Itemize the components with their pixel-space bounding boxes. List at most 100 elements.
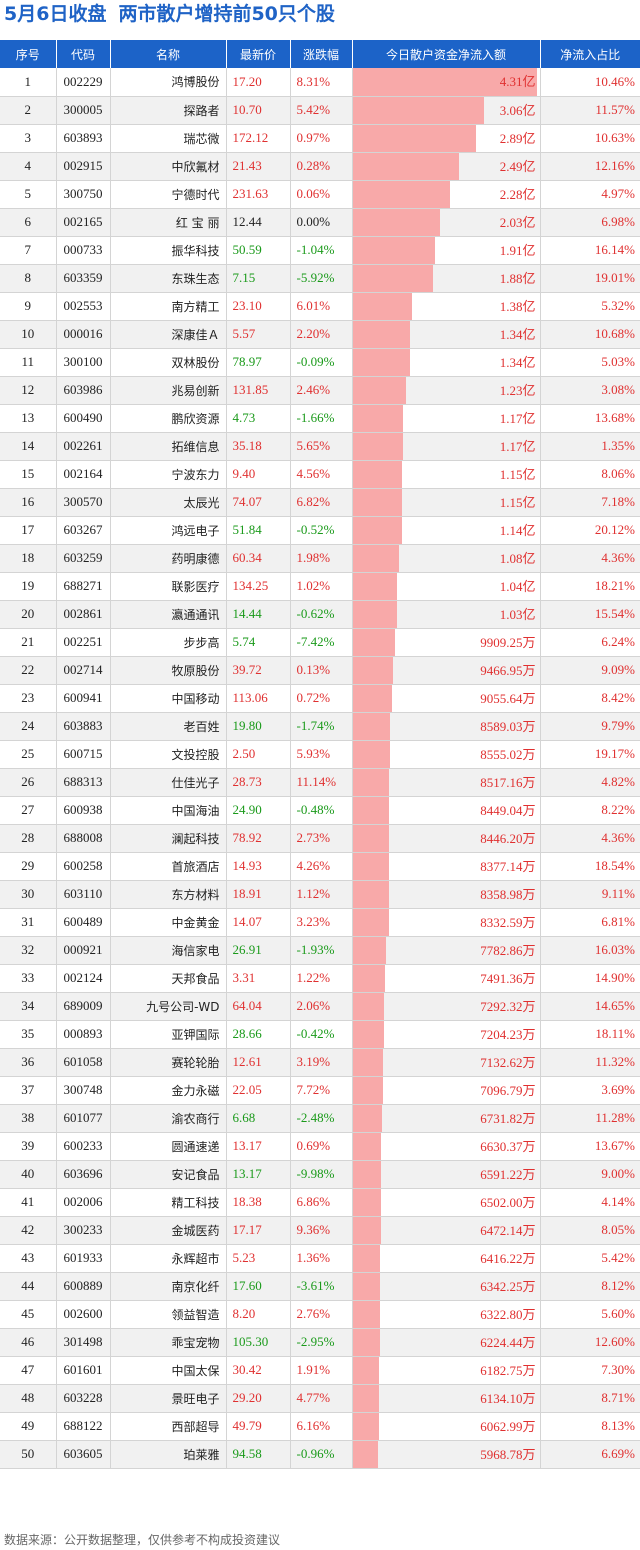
cell-code: 000893 [56,1020,111,1049]
inflow-bar [352,628,395,655]
inflow-bar [352,264,433,291]
cell-ratio: 13.68% [540,404,640,433]
cell-ratio: 14.65% [540,992,640,1021]
cell-change: 9.36% [290,1216,353,1245]
table-row: 41 002006 精工科技 18.38 6.86% 6502.00万 4.14% [0,1188,640,1217]
cell-price: 5.57 [226,320,291,349]
cell-inflow: 6416.22万 [352,1244,541,1273]
table-row: 16 300570 太辰光 74.07 6.82% 1.15亿 7.18% [0,488,640,517]
table-row: 2 300005 探路者 10.70 5.42% 3.06亿 11.57% [0,96,640,125]
cell-index: 22 [0,656,57,685]
cell-price: 4.73 [226,404,291,433]
cell-change: 1.98% [290,544,353,573]
cell-ratio: 5.32% [540,292,640,321]
cell-price: 172.12 [226,124,291,153]
cell-inflow: 6502.00万 [352,1188,541,1217]
cell-index: 3 [0,124,57,153]
inflow-bar [352,96,484,123]
inflow-bar [352,236,435,263]
cell-name: 鸿远电子 [110,516,227,545]
inflow-bar [352,992,384,1019]
cell-price: 12.44 [226,208,291,237]
inflow-value: 8589.03万 [480,718,536,734]
cell-code: 002714 [56,656,111,685]
table-row: 30 603110 东方材料 18.91 1.12% 8358.98万 9.11% [0,880,640,909]
inflow-bar [352,1132,381,1159]
cell-inflow: 6182.75万 [352,1356,541,1385]
cell-inflow: 6472.14万 [352,1216,541,1245]
inflow-bar [352,1244,380,1271]
cell-code: 002124 [56,964,111,993]
table-row: 3 603893 瑞芯微 172.12 0.97% 2.89亿 10.63% [0,124,640,153]
cell-ratio: 8.06% [540,460,640,489]
cell-code: 600489 [56,908,111,937]
cell-price: 105.30 [226,1328,291,1357]
cell-change: 5.93% [290,740,353,769]
cell-inflow: 5968.78万 [352,1440,541,1469]
cell-inflow: 8377.14万 [352,852,541,881]
cell-change: 7.72% [290,1076,353,1105]
cell-name: 中金黄金 [110,908,227,937]
cell-code: 300005 [56,96,111,125]
cell-code: 601933 [56,1244,111,1273]
cell-inflow: 1.08亿 [352,544,541,573]
cell-ratio: 7.18% [540,488,640,517]
cell-ratio: 9.79% [540,712,640,741]
cell-price: 131.85 [226,376,291,405]
cell-inflow: 7204.23万 [352,1020,541,1049]
inflow-bar [352,740,390,767]
cell-name: 金力永磁 [110,1076,227,1105]
cell-code: 688008 [56,824,111,853]
cell-name: 东方材料 [110,880,227,909]
inflow-value: 1.15亿 [499,466,536,482]
cell-name: 鸿博股份 [110,68,227,97]
cell-name: 鹏欣资源 [110,404,227,433]
cell-ratio: 8.05% [540,1216,640,1245]
cell-change: 6.86% [290,1188,353,1217]
inflow-bar [352,516,402,543]
col-header-index: 序号 [0,40,57,68]
cell-ratio: 8.12% [540,1272,640,1301]
table-row: 20 002861 瀛通通讯 14.44 -0.62% 1.03亿 15.54% [0,600,640,629]
inflow-bar [352,712,390,739]
table-row: 36 601058 赛轮轮胎 12.61 3.19% 7132.62万 11.32% [0,1048,640,1077]
cell-code: 002006 [56,1188,111,1217]
cell-code: 600233 [56,1132,111,1161]
cell-code: 002861 [56,600,111,629]
inflow-value: 1.15亿 [499,494,536,510]
cell-inflow: 1.88亿 [352,264,541,293]
cell-index: 47 [0,1356,57,1385]
cell-name: 宁德时代 [110,180,227,209]
cell-name: 老百姓 [110,712,227,741]
cell-price: 51.84 [226,516,291,545]
table-row: 46 301498 乖宝宠物 105.30 -2.95% 6224.44万 12.60% [0,1328,640,1357]
cell-inflow: 7782.86万 [352,936,541,965]
cell-ratio: 11.57% [540,96,640,125]
cell-name: 安记食品 [110,1160,227,1189]
cell-price: 13.17 [226,1132,291,1161]
cell-inflow: 1.15亿 [352,460,541,489]
cell-price: 13.17 [226,1160,291,1189]
table-row: 9 002553 南方精工 23.10 6.01% 1.38亿 5.32% [0,292,640,321]
cell-index: 9 [0,292,57,321]
cell-code: 603110 [56,880,111,909]
cell-index: 6 [0,208,57,237]
cell-name: 亚钾国际 [110,1020,227,1049]
inflow-bar [352,1076,383,1103]
cell-name: 联影医疗 [110,572,227,601]
table-row: 38 601077 渝农商行 6.68 -2.48% 6731.82万 11.28% [0,1104,640,1133]
inflow-value: 3.06亿 [499,102,536,118]
table-row: 12 603986 兆易创新 131.85 2.46% 1.23亿 3.08% [0,376,640,405]
cell-price: 14.93 [226,852,291,881]
cell-change: -1.66% [290,404,353,433]
cell-ratio: 8.13% [540,1412,640,1441]
cell-change: 0.06% [290,180,353,209]
cell-inflow: 7096.79万 [352,1076,541,1105]
cell-inflow: 3.06亿 [352,96,541,125]
cell-index: 40 [0,1160,57,1189]
cell-name: 太辰光 [110,488,227,517]
inflow-bar [352,208,440,235]
cell-code: 600715 [56,740,111,769]
cell-ratio: 12.16% [540,152,640,181]
cell-name: 中国移动 [110,684,227,713]
